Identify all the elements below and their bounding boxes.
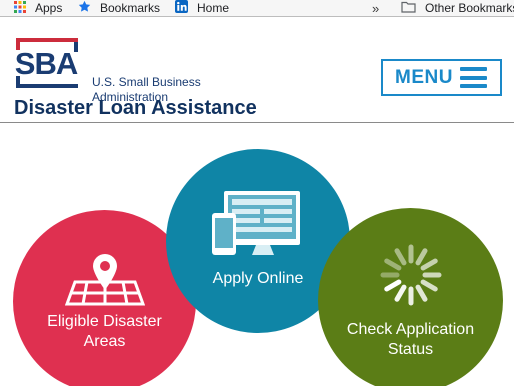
- action-label-line1: Check Application: [346, 321, 475, 338]
- spinner-tick: [384, 258, 402, 271]
- menu-button[interactable]: MENU: [381, 59, 502, 96]
- menu-label: MENU: [395, 66, 453, 88]
- spinner-tick: [384, 279, 402, 292]
- action-label-line1: Eligible Disaster: [47, 313, 162, 330]
- bookmark-label: Apps: [35, 1, 63, 15]
- bookmark-apps[interactable]: Apps: [14, 0, 62, 16]
- bookmarks-overflow-button[interactable]: »: [372, 0, 379, 16]
- action-label-line2: Areas: [83, 333, 126, 350]
- linkedin-icon: [175, 0, 188, 16]
- bookmark-bookmarks[interactable]: Bookmarks: [78, 0, 160, 16]
- agency-name-line1: U.S. Small Business: [92, 75, 201, 89]
- bookmark-label: Home: [197, 1, 230, 15]
- spinner-tick: [415, 248, 428, 266]
- spinner-tick: [420, 258, 438, 271]
- page-title: Disaster Loan Assistance: [14, 97, 257, 119]
- action-label-line2: Status: [387, 341, 434, 358]
- devices-icon: [212, 191, 300, 255]
- loading-spinner-icon: [380, 244, 442, 306]
- folder-icon: [401, 1, 416, 16]
- bookmarks-bar: Apps Bookmarks Home » Other Bookmarks: [0, 0, 514, 17]
- other-bookmarks[interactable]: Other Bookmarks: [401, 0, 514, 16]
- action-label: Check Application Status: [318, 320, 503, 360]
- star-icon: [78, 0, 91, 16]
- spinner-tick: [394, 284, 407, 302]
- spinner-tick: [415, 284, 428, 302]
- other-bookmarks-label: Other Bookmarks: [425, 1, 514, 15]
- spinner-tick: [420, 279, 438, 292]
- spinner-tick: [394, 248, 407, 266]
- bookmark-label: Bookmarks: [100, 1, 161, 15]
- check-application-status-button[interactable]: Check Application Status: [318, 208, 503, 386]
- map-pin-icon: [65, 254, 145, 306]
- hamburger-icon: [460, 67, 487, 88]
- divider: [0, 122, 514, 123]
- apps-grid-icon: [14, 0, 26, 16]
- svg-text:SBA: SBA: [15, 46, 78, 81]
- sba-logo[interactable]: SBA: [14, 38, 80, 88]
- bookmark-home[interactable]: Home: [175, 0, 229, 16]
- action-label: Eligible Disaster Areas: [13, 312, 196, 352]
